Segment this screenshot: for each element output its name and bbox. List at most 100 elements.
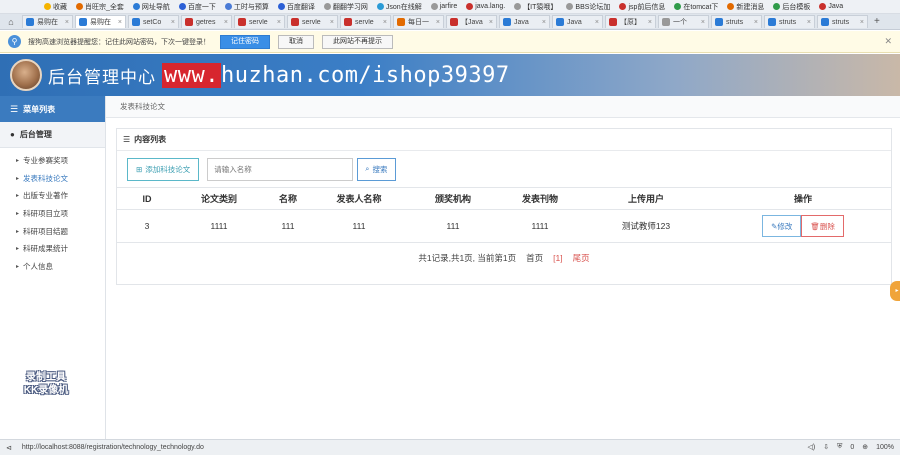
- tab-favicon-icon: [344, 18, 352, 26]
- bookmark-item[interactable]: jsp前后信息: [619, 2, 665, 12]
- tab-close-icon[interactable]: ×: [330, 19, 334, 26]
- sidebar-item[interactable]: ▸ 发表科技论文: [0, 170, 105, 188]
- first-page-link[interactable]: 首页: [526, 252, 543, 264]
- sidebar-item[interactable]: ▸ 出版专业著作: [0, 187, 105, 205]
- tab-close-icon[interactable]: ×: [860, 19, 864, 26]
- last-page-link[interactable]: 尾页: [573, 252, 590, 264]
- bookmark-item[interactable]: 百度翻译: [277, 2, 315, 12]
- tab-close-icon[interactable]: ×: [171, 19, 175, 26]
- browser-tab[interactable]: struts ×: [764, 15, 815, 28]
- download-icon[interactable]: ⇩: [823, 443, 829, 451]
- browser-tab[interactable]: setCo ×: [128, 15, 179, 28]
- side-float-icon[interactable]: ▸: [890, 281, 900, 301]
- browser-tab[interactable]: 易购在 ×: [22, 15, 73, 28]
- tab-title: 【Java: [461, 19, 483, 26]
- bookmark-item[interactable]: 在tomcat下: [674, 2, 718, 12]
- bookmark-favicon-icon: [514, 3, 522, 10]
- sidebar-item[interactable]: ▸ 专业参赛奖项: [0, 152, 105, 170]
- app-title: 后台管理中心: [48, 67, 156, 87]
- bookmark-item[interactable]: java.lang.: [466, 3, 505, 10]
- sidebar-item[interactable]: ▸ 科研项目立项: [0, 205, 105, 223]
- browser-tab[interactable]: 【原】 ×: [605, 15, 656, 28]
- browser-tab[interactable]: servle ×: [234, 15, 285, 28]
- bookmark-item[interactable]: 翻翻学习网: [323, 2, 368, 12]
- bookmark-item[interactable]: 后台模板: [773, 2, 810, 12]
- bookmark-item[interactable]: 新建消息: [727, 2, 764, 12]
- bookmark-item[interactable]: 网址导航: [132, 2, 170, 12]
- menu-list-header[interactable]: ☰ 菜单列表: [0, 96, 105, 122]
- watermark-rest: huzhan.com/ishop39397: [220, 62, 510, 88]
- tab-favicon-icon: [768, 18, 776, 26]
- browser-tab[interactable]: 易购在 ×: [75, 15, 126, 28]
- tab-close-icon[interactable]: ×: [224, 19, 228, 26]
- content-panel: ☰ 内容列表 ⊞ 添加科技论文 ⌕ 搜索 ID 论文类别 名称 发表人名称 颁奖: [116, 128, 892, 285]
- remember-password-button[interactable]: 记住密码: [220, 34, 270, 49]
- add-paper-button[interactable]: ⊞ 添加科技论文: [127, 157, 200, 181]
- browser-tab[interactable]: 每日一 ×: [393, 15, 444, 28]
- never-remind-button[interactable]: 此网站不再提示: [322, 34, 393, 49]
- column-header: 论文类别: [177, 187, 261, 210]
- close-icon[interactable]: ✕: [884, 36, 892, 47]
- sidebar-group-admin[interactable]: ● 后台管理: [0, 122, 105, 148]
- browser-tab[interactable]: struts ×: [711, 15, 762, 28]
- home-icon[interactable]: ⌂: [4, 17, 18, 27]
- cell-author: 111: [315, 209, 403, 243]
- zoom-icon[interactable]: ⊕: [862, 443, 868, 451]
- browser-tab[interactable]: struts ×: [817, 15, 868, 28]
- browser-tab[interactable]: servle ×: [287, 15, 338, 28]
- bookmark-item[interactable]: BBS论坛加: [566, 2, 610, 12]
- avatar: [10, 59, 42, 91]
- sidebar-item[interactable]: ▸ 科研项目结题: [0, 222, 105, 240]
- bookmark-favicon-icon: [727, 3, 735, 10]
- tab-title: 易购在: [37, 19, 58, 26]
- sidebar-item[interactable]: ▸ 科研成果统计: [0, 240, 105, 258]
- browser-tab[interactable]: 一个 ×: [658, 15, 709, 28]
- zoom-level[interactable]: 100%: [876, 444, 894, 451]
- bookmark-item[interactable]: 【IT猿哦】: [514, 2, 557, 12]
- search-input[interactable]: [207, 157, 354, 181]
- bookmark-favicon-icon: [224, 3, 232, 10]
- tab-close-icon[interactable]: ×: [701, 19, 705, 26]
- table-header-row: ID 论文类别 名称 发表人名称 颁奖机构 发表刊物 上传用户 操作: [117, 187, 891, 210]
- tab-close-icon[interactable]: ×: [807, 19, 811, 26]
- shield-icon[interactable]: ⛨: [837, 443, 842, 451]
- cancel-button[interactable]: 取消: [278, 34, 314, 49]
- bookmark-item[interactable]: 收藏: [44, 2, 67, 12]
- tab-close-icon[interactable]: ×: [383, 19, 387, 26]
- tab-close-icon[interactable]: ×: [542, 19, 546, 26]
- search-button[interactable]: ⌕ 搜索: [357, 157, 396, 181]
- browser-tab[interactable]: Java ×: [552, 15, 603, 28]
- browser-tab[interactable]: Java ×: [499, 15, 550, 28]
- new-tab-icon[interactable]: +: [874, 16, 880, 27]
- delete-button[interactable]: 🗑 删除: [801, 215, 844, 237]
- sound-icon[interactable]: ◁): [807, 443, 815, 451]
- browser-tab[interactable]: getres ×: [181, 15, 232, 28]
- bookmark-favicon-icon: [773, 3, 781, 10]
- tab-close-icon[interactable]: ×: [648, 19, 652, 26]
- bookmark-item[interactable]: 肖旺宗_全套: [76, 2, 124, 12]
- bookmark-item[interactable]: 工时与预算: [224, 2, 269, 12]
- bookmark-item[interactable]: jarfire: [430, 3, 457, 10]
- bookmark-item[interactable]: Java: [819, 3, 843, 10]
- browser-tab[interactable]: servle ×: [340, 15, 391, 28]
- bookmark-favicon-icon: [619, 3, 627, 10]
- cell-category: 1111: [177, 209, 261, 243]
- edit-button[interactable]: ✎ 修改: [762, 215, 802, 237]
- tab-close-icon[interactable]: ×: [118, 19, 122, 26]
- bookmark-label: Json在线解: [385, 3, 422, 11]
- tab-close-icon[interactable]: ×: [595, 19, 599, 26]
- tab-close-icon[interactable]: ×: [489, 19, 493, 26]
- tab-favicon-icon: [556, 18, 564, 26]
- tab-close-icon[interactable]: ×: [754, 19, 758, 26]
- tab-close-icon[interactable]: ×: [277, 19, 281, 26]
- sidebar-menu: ▸ 专业参赛奖项 ▸ 发表科技论文 ▸ 出版专业著作 ▸ 科研项目立项 ▸ 科研项目结题 ▸ 科研成果…: [0, 148, 105, 275]
- sidebar-item[interactable]: ▸ 个人信息: [0, 258, 105, 276]
- bookmark-item[interactable]: Json在线解: [376, 2, 422, 12]
- bookmark-label: BBS论坛加: [575, 3, 611, 11]
- browser-tab[interactable]: 【Java ×: [446, 15, 497, 28]
- recorder-watermark: 录制工具 KK录像机: [14, 371, 78, 397]
- bookmark-label: 收藏: [53, 3, 67, 11]
- tab-close-icon[interactable]: ×: [65, 19, 69, 26]
- bookmark-item[interactable]: 百度一下: [178, 2, 216, 12]
- tab-close-icon[interactable]: ×: [436, 19, 440, 26]
